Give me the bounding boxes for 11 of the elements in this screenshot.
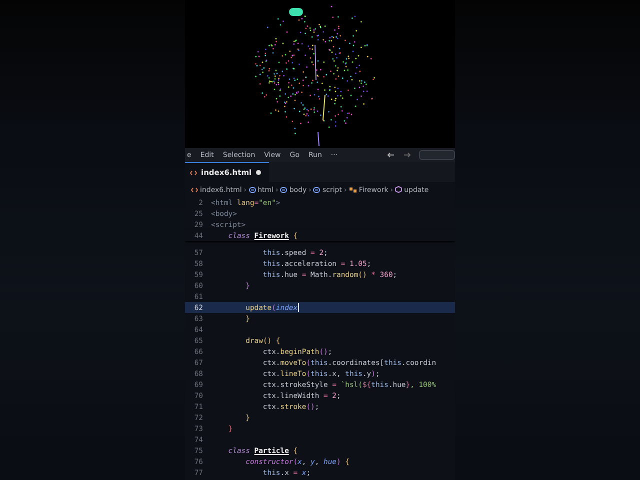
forward-arrow-icon[interactable]	[403, 152, 411, 158]
text-cursor	[298, 303, 299, 312]
back-arrow-icon[interactable]	[387, 152, 395, 158]
class-icon	[348, 186, 357, 192]
tag-icon	[280, 186, 288, 192]
tag-icon	[248, 186, 256, 192]
code-file-icon	[190, 170, 197, 176]
tag-icon	[313, 186, 320, 192]
search-field[interactable]	[419, 150, 455, 160]
cube-icon	[395, 186, 402, 193]
code-file-icon	[191, 186, 198, 192]
